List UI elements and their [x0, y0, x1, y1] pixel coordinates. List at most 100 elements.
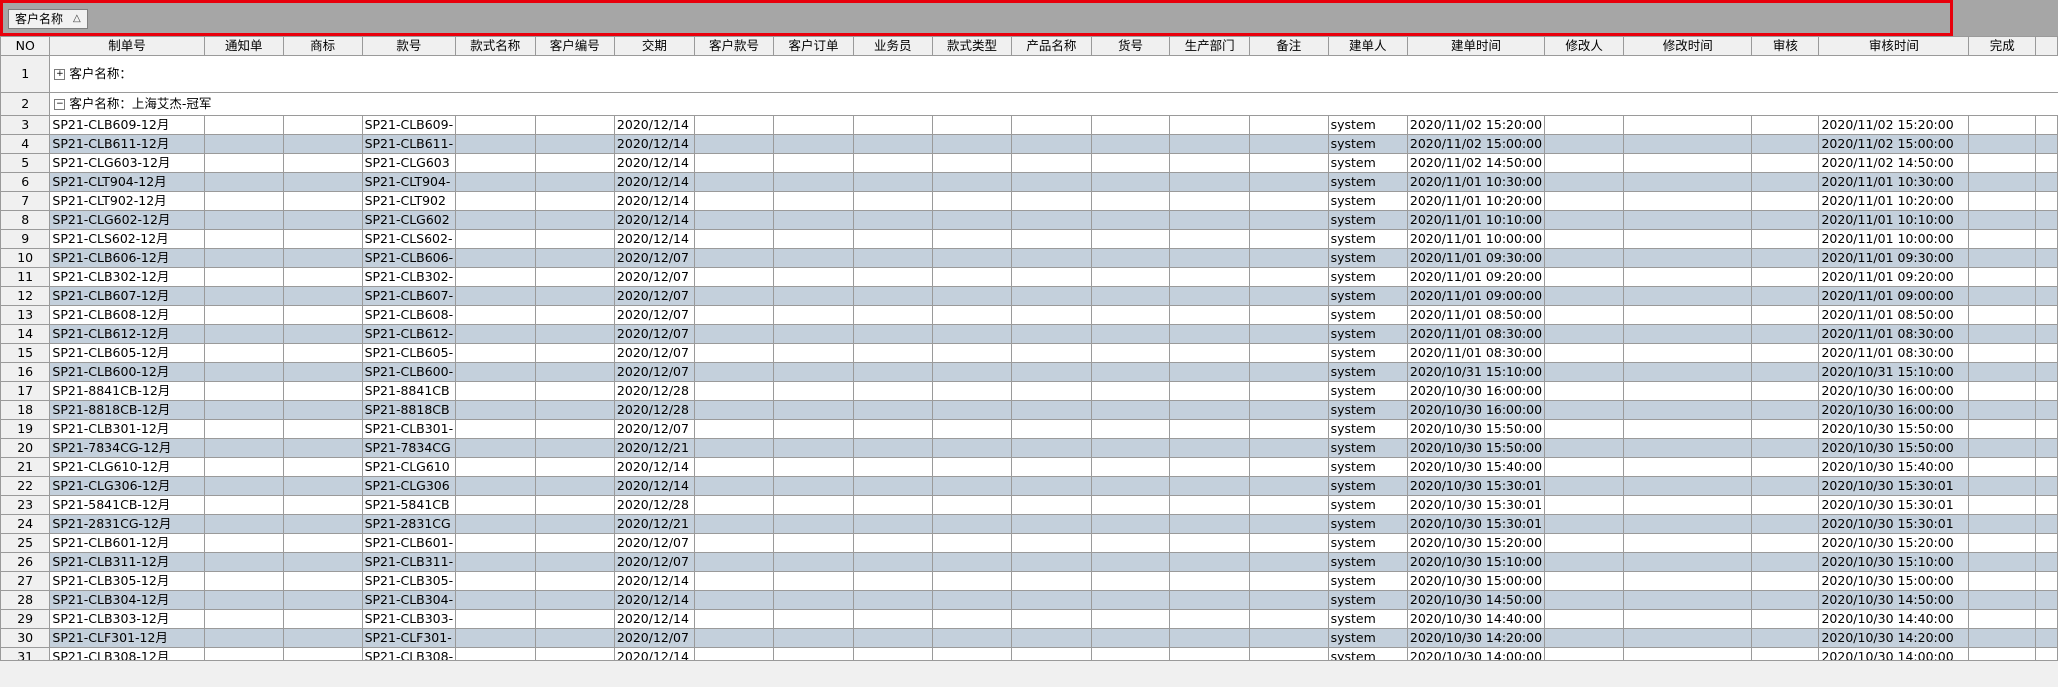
table-cell[interactable] — [203, 647, 284, 660]
table-cell[interactable]: 2020/10/30 16:00:00 — [1406, 381, 1546, 401]
table-cell[interactable]: SP21-CLB608- — [361, 305, 457, 325]
table-cell[interactable] — [455, 115, 536, 135]
table-cell[interactable]: SP21-8841CB-12月 — [49, 381, 205, 401]
table-cell[interactable] — [1248, 229, 1329, 249]
table-cell[interactable] — [534, 438, 615, 458]
table-cell[interactable] — [1751, 381, 1820, 401]
column-header[interactable]: 通知单 — [203, 36, 284, 56]
table-cell[interactable] — [1623, 191, 1753, 211]
table-cell[interactable]: 2020/11/01 10:30:00 — [1818, 172, 1970, 192]
table-cell[interactable] — [1544, 457, 1625, 477]
table-cell[interactable]: SP21-CLB308-12月 — [49, 647, 205, 660]
table-cell[interactable] — [1544, 172, 1625, 192]
table-cell[interactable] — [1751, 153, 1820, 173]
table-cell[interactable] — [1623, 438, 1753, 458]
table-cell[interactable] — [455, 191, 536, 211]
table-cell[interactable] — [455, 628, 536, 648]
table-cell[interactable] — [1169, 533, 1250, 553]
table-cell[interactable] — [1968, 210, 2037, 230]
column-header[interactable]: 完成 — [1968, 36, 2037, 56]
table-cell[interactable] — [931, 514, 1013, 534]
column-header[interactable]: 审核 — [1751, 36, 1820, 56]
table-cell[interactable]: SP21-7834CG — [361, 438, 457, 458]
group-chip-customer-name[interactable]: 客户名称 △ — [8, 9, 88, 29]
table-cell[interactable] — [852, 514, 933, 534]
table-cell[interactable] — [534, 229, 615, 249]
table-cell[interactable] — [1544, 115, 1625, 135]
table-cell[interactable] — [282, 305, 363, 325]
table-cell[interactable]: 2020/11/01 08:50:00 — [1818, 305, 1970, 325]
table-cell[interactable] — [931, 419, 1013, 439]
table-row[interactable]: 28 SP21-CLB304-12月 SP21-CLB304- 2020/12/14 s… — [0, 590, 2058, 610]
table-cell[interactable] — [534, 628, 615, 648]
table-cell[interactable]: SP21-CLB612- — [361, 324, 457, 344]
table-cell[interactable] — [1169, 419, 1250, 439]
table-cell[interactable]: 2020/12/07 — [613, 267, 695, 287]
table-cell[interactable] — [852, 647, 933, 660]
table-cell[interactable] — [773, 419, 854, 439]
table-cell[interactable] — [1248, 267, 1329, 287]
column-header[interactable]: 款式名称 — [455, 36, 536, 56]
table-cell[interactable] — [455, 514, 536, 534]
table-cell[interactable] — [282, 172, 363, 192]
table-cell[interactable] — [852, 457, 933, 477]
table-cell[interactable] — [1169, 172, 1250, 192]
table-cell[interactable] — [1011, 533, 1092, 553]
table-cell[interactable]: system — [1327, 172, 1408, 192]
table-cell[interactable] — [455, 134, 536, 154]
table-cell[interactable]: SP21-5841CB — [361, 495, 457, 515]
table-cell[interactable] — [203, 115, 284, 135]
table-cell[interactable] — [1011, 115, 1092, 135]
table-cell[interactable] — [1968, 438, 2037, 458]
table-cell[interactable] — [693, 286, 775, 306]
table-cell[interactable]: 2020/11/02 14:50:00 — [1818, 153, 1970, 173]
table-cell[interactable] — [534, 590, 615, 610]
table-cell[interactable] — [1090, 248, 1171, 268]
table-row[interactable]: 22 SP21-CLG306-12月 SP21-CLG306 2020/12/14 sy… — [0, 476, 2058, 496]
column-header[interactable]: 产品名称 — [1011, 36, 1092, 56]
table-cell[interactable] — [1623, 229, 1753, 249]
table-cell[interactable]: 2020/10/30 15:10:00 — [1818, 552, 1970, 572]
table-cell[interactable]: 2020/12/21 — [613, 438, 695, 458]
table-cell[interactable] — [931, 628, 1013, 648]
table-cell[interactable]: 2020/12/14 — [613, 134, 695, 154]
table-cell[interactable] — [1751, 590, 1820, 610]
table-cell[interactable] — [1968, 609, 2037, 629]
table-cell[interactable] — [203, 571, 284, 591]
table-cell[interactable] — [2035, 476, 2058, 496]
table-cell[interactable] — [931, 115, 1013, 135]
table-row[interactable]: 11 SP21-CLB302-12月 SP21-CLB302- 2020/12/07 s… — [0, 267, 2058, 287]
table-cell[interactable] — [1968, 229, 2037, 249]
table-cell[interactable] — [203, 476, 284, 496]
table-cell[interactable] — [282, 400, 363, 420]
table-cell[interactable]: system — [1327, 476, 1408, 496]
table-cell[interactable] — [1011, 571, 1092, 591]
table-cell[interactable]: 2020/12/07 — [613, 286, 695, 306]
table-cell[interactable] — [282, 381, 363, 401]
table-cell[interactable] — [1544, 267, 1625, 287]
table-cell[interactable]: 2020/10/30 16:00:00 — [1818, 400, 1970, 420]
table-cell[interactable]: system — [1327, 419, 1408, 439]
table-cell[interactable] — [773, 457, 854, 477]
table-cell[interactable] — [1090, 476, 1171, 496]
table-cell[interactable] — [773, 286, 854, 306]
table-cell[interactable]: 2020/10/30 15:50:00 — [1406, 419, 1546, 439]
table-cell[interactable] — [773, 362, 854, 382]
table-cell[interactable]: 2020/11/01 09:00:00 — [1406, 286, 1546, 306]
table-cell[interactable]: 2020/12/14 — [613, 229, 695, 249]
table-cell[interactable] — [693, 343, 775, 363]
table-cell[interactable] — [931, 438, 1013, 458]
table-cell[interactable] — [2035, 590, 2058, 610]
table-cell[interactable] — [852, 476, 933, 496]
table-cell[interactable] — [534, 609, 615, 629]
table-cell[interactable] — [455, 324, 536, 344]
table-cell[interactable]: SP21-CLB304-12月 — [49, 590, 205, 610]
table-cell[interactable] — [282, 210, 363, 230]
table-cell[interactable] — [1623, 381, 1753, 401]
table-cell[interactable] — [1011, 400, 1092, 420]
table-cell[interactable] — [203, 628, 284, 648]
table-cell[interactable] — [1169, 324, 1250, 344]
table-cell[interactable] — [931, 533, 1013, 553]
table-row[interactable]: 23 SP21-5841CB-12月 SP21-5841CB 2020/12/28 sy… — [0, 495, 2058, 515]
table-cell[interactable]: 2020/10/30 15:40:00 — [1818, 457, 1970, 477]
